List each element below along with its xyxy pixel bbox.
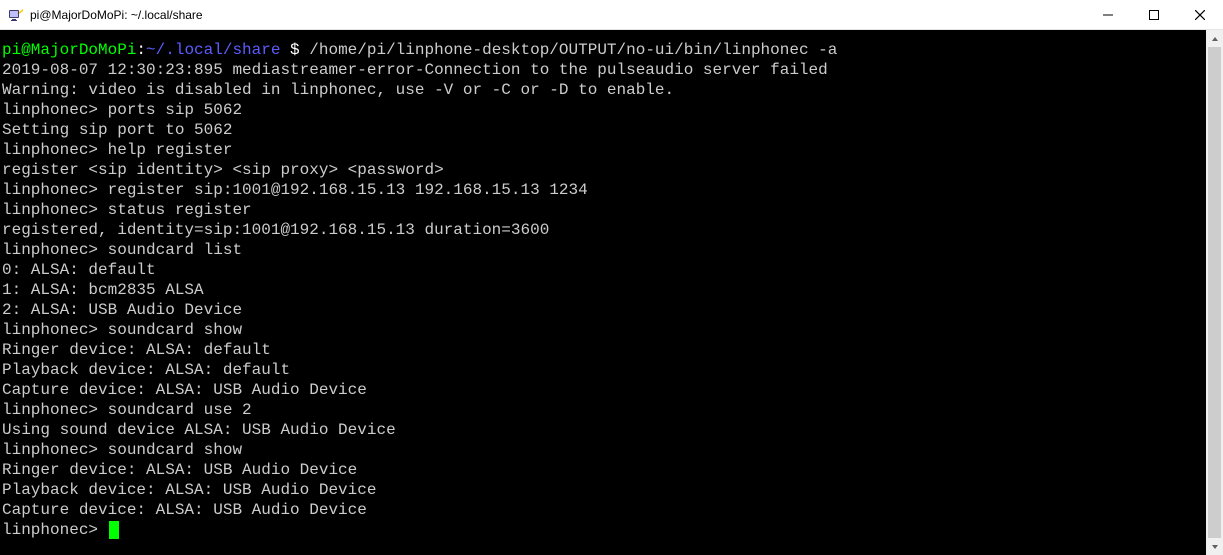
terminal-area: pi@MajorDoMoPi:~/.local/share $ /home/pi…	[0, 30, 1223, 555]
scroll-up-button[interactable]	[1206, 30, 1223, 47]
prompt-sep: :	[136, 41, 146, 59]
terminal-line: linphonec> soundcard show	[2, 321, 242, 339]
close-button[interactable]	[1177, 0, 1223, 29]
terminal-line: registered, identity=sip:1001@192.168.15…	[2, 221, 549, 239]
terminal-line: linphonec> soundcard list	[2, 241, 242, 259]
terminal-line: linphonec> status register	[2, 201, 252, 219]
prompt-dollar: $	[280, 41, 309, 59]
terminal-line: Capture device: ALSA: USB Audio Device	[2, 381, 367, 399]
scrollbar[interactable]	[1206, 30, 1223, 555]
maximize-button[interactable]	[1131, 0, 1177, 29]
terminal-line: linphonec> soundcard show	[2, 441, 242, 459]
putty-icon	[8, 7, 24, 23]
terminal-line: Setting sip port to 5062	[2, 121, 232, 139]
window-titlebar: pi@MajorDoMoPi: ~/.local/share	[0, 0, 1223, 30]
scroll-track[interactable]	[1206, 47, 1223, 538]
terminal-line: register <sip identity> <sip proxy> <pas…	[2, 161, 444, 179]
minimize-button[interactable]	[1085, 0, 1131, 29]
terminal-line: 2: ALSA: USB Audio Device	[2, 301, 242, 319]
terminal-line: 2019-08-07 12:30:23:895 mediastreamer-er…	[2, 61, 828, 79]
terminal-line: linphonec> register sip:1001@192.168.15.…	[2, 181, 588, 199]
terminal-line: Using sound device ALSA: USB Audio Devic…	[2, 421, 396, 439]
linphonec-prompt: linphonec>	[2, 521, 108, 539]
terminal-line: Ringer device: ALSA: default	[2, 341, 271, 359]
terminal-line: Capture device: ALSA: USB Audio Device	[2, 501, 367, 519]
terminal-line: Ringer device: ALSA: USB Audio Device	[2, 461, 357, 479]
terminal-line: Playback device: ALSA: USB Audio Device	[2, 481, 376, 499]
cursor	[109, 521, 119, 539]
terminal-line: 1: ALSA: bcm2835 ALSA	[2, 281, 204, 299]
terminal-line: linphonec> ports sip 5062	[2, 101, 242, 119]
window-title: pi@MajorDoMoPi: ~/.local/share	[30, 8, 203, 22]
terminal-line: 0: ALSA: default	[2, 261, 156, 279]
terminal-line: linphonec> soundcard use 2	[2, 401, 252, 419]
terminal-line: Warning: video is disabled in linphonec,…	[2, 81, 674, 99]
prompt-cwd: ~/.local/share	[146, 41, 280, 59]
prompt-user-host: pi@MajorDoMoPi	[2, 41, 136, 59]
window-controls	[1085, 0, 1223, 29]
scroll-down-button[interactable]	[1206, 538, 1223, 555]
scroll-thumb[interactable]	[1208, 47, 1221, 538]
terminal-line: linphonec> help register	[2, 141, 232, 159]
terminal[interactable]: pi@MajorDoMoPi:~/.local/share $ /home/pi…	[0, 30, 1206, 555]
prompt-command: /home/pi/linphone-desktop/OUTPUT/no-ui/b…	[309, 41, 837, 59]
terminal-line: Playback device: ALSA: default	[2, 361, 290, 379]
